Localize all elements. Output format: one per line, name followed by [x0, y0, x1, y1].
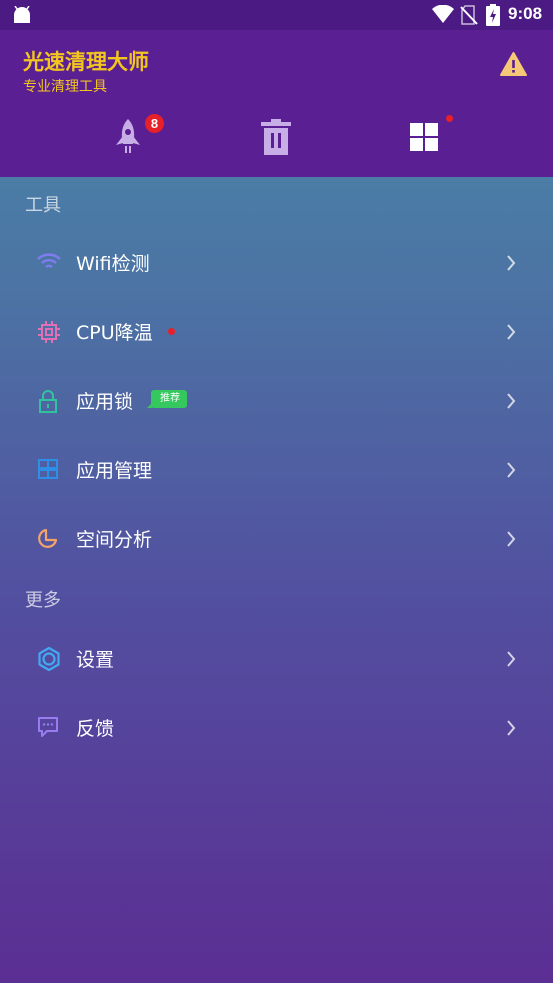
cpu-notification-dot [168, 328, 175, 335]
battery-charging-icon [486, 4, 500, 30]
menu-item-label: 应用管理 [76, 460, 153, 482]
android-icon [12, 5, 32, 28]
menu-item-app-lock[interactable]: 应用锁 推荐 [0, 367, 553, 436]
wifi-icon [37, 251, 61, 277]
wifi-signal-icon [432, 4, 454, 27]
menu-item-label: 设置 [76, 649, 115, 671]
menu-item-label: Wifi检测 [76, 253, 150, 275]
recommend-tag: 推荐 [147, 390, 187, 408]
rocket-badge: 8 [145, 114, 164, 133]
chevron-right-icon [505, 530, 517, 552]
apps-manage-icon [37, 458, 59, 484]
chevron-right-icon [505, 323, 517, 345]
menu-item-label: 空间分析 [76, 529, 153, 551]
status-bar: 9:08 [0, 0, 553, 30]
section-title-more: 更多 [25, 590, 61, 611]
rocket-icon [116, 119, 140, 153]
section-title-tools: 工具 [25, 195, 61, 216]
app-header: 光速清理大师 专业清理工具 8 [0, 30, 553, 177]
lock-icon [37, 389, 59, 417]
warning-icon[interactable] [500, 52, 527, 80]
chevron-right-icon [505, 392, 517, 414]
app-subtitle: 专业清理工具 [23, 79, 107, 95]
chevron-right-icon [505, 461, 517, 483]
status-time: 9:08 [508, 4, 543, 23]
menu-item-label: 应用锁 [76, 391, 134, 413]
gear-icon [37, 646, 61, 675]
chevron-right-icon [505, 254, 517, 276]
trash-icon [261, 119, 291, 155]
menu-item-label: 反馈 [76, 718, 115, 740]
menu-item-label: CPU降温 [76, 322, 153, 344]
menu-item-wifi-check[interactable]: Wifi检测 [0, 229, 553, 298]
rocket-boost-button[interactable] [111, 118, 145, 160]
chevron-right-icon [505, 650, 517, 672]
menu-item-settings[interactable]: 设置 [0, 625, 553, 694]
menu-item-app-manage[interactable]: 应用管理 [0, 436, 553, 505]
grid-menu-button[interactable] [409, 122, 439, 156]
chip-icon [37, 320, 61, 348]
menu-item-space-analysis[interactable]: 空间分析 [0, 505, 553, 574]
app-title: 光速清理大师 [23, 50, 149, 74]
grid-icon [410, 123, 438, 151]
menu-item-feedback[interactable]: 反馈 [0, 694, 553, 763]
chevron-right-icon [505, 719, 517, 741]
screen: 9:08 光速清理大师 专业清理工具 8 工具 Wifi检测 CPU降温 应用锁… [0, 0, 553, 983]
no-sim-icon [460, 5, 478, 29]
pie-chart-icon [37, 527, 59, 553]
grid-notification-dot [446, 115, 453, 122]
feedback-icon [37, 716, 59, 742]
trash-clean-button[interactable] [260, 119, 292, 159]
menu-item-cpu-cooling[interactable]: CPU降温 [0, 298, 553, 367]
